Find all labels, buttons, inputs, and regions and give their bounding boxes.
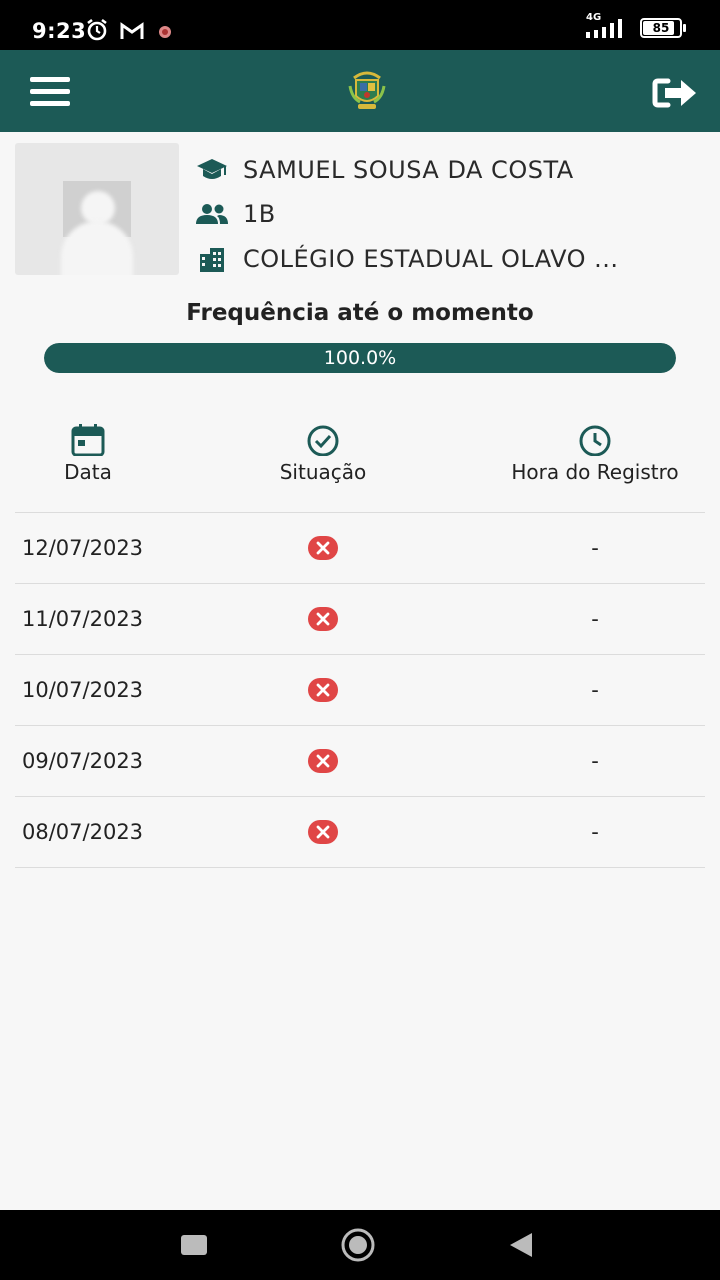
column-header-time: Hora do Registro (488, 424, 702, 484)
column-label-date: Data (64, 460, 112, 484)
absent-x-icon (308, 607, 338, 631)
group-icon (196, 204, 228, 224)
attendance-title: Frequência até o momento (186, 300, 534, 326)
status-time: 9:23 (32, 19, 87, 43)
hamburger-menu-icon (30, 77, 70, 106)
logout-icon (652, 78, 696, 108)
battery-level: 85 (652, 21, 670, 35)
student-name: SAMUEL SOUSA DA COSTA (243, 156, 574, 184)
record-date: 08/07/2023 (22, 820, 144, 844)
student-class: 1B (243, 200, 276, 228)
record-date: 09/07/2023 (22, 749, 144, 773)
battery-icon: 85 (640, 18, 686, 38)
recent-apps-button[interactable] (180, 1234, 208, 1256)
state-coat-of-arms-logo (348, 71, 386, 109)
student-school: COLÉGIO ESTADUAL OLAVO ... (243, 245, 619, 273)
back-button[interactable] (508, 1232, 534, 1258)
status-bar: 9:23 4G 85 (0, 0, 720, 50)
column-label-time: Hora do Registro (511, 460, 679, 484)
attendance-table: 12/07/2023-11/07/2023-10/07/2023-09/07/2… (15, 512, 705, 868)
record-time: - (591, 749, 599, 773)
building-icon (200, 248, 224, 272)
gmail-icon (120, 22, 144, 39)
record-time: - (591, 607, 599, 631)
student-profile: SAMUEL SOUSA DA COSTA 1B COLÉGIO ESTADUA… (15, 143, 705, 278)
table-row: 11/07/2023 - (15, 583, 705, 654)
column-header-date: Data (44, 424, 132, 484)
signal-icon: 4G (586, 12, 630, 38)
absent-x-icon (308, 678, 338, 702)
table-row: 10/07/2023 - (15, 654, 705, 725)
absent-x-icon (308, 536, 338, 560)
calendar-icon (71, 424, 105, 456)
table-row: 08/07/2023 - (15, 796, 705, 868)
absent-x-icon (308, 749, 338, 773)
system-navigation-bar (0, 1210, 720, 1280)
app-notification-icon (159, 26, 171, 38)
table-row: 09/07/2023 - (15, 725, 705, 796)
network-type: 4G (586, 12, 602, 23)
record-time: - (591, 678, 599, 702)
record-time: - (591, 820, 599, 844)
absent-x-icon (308, 820, 338, 844)
table-row: 12/07/2023 - (15, 512, 705, 583)
logout-button[interactable] (652, 76, 698, 110)
attendance-percent: 100.0% (323, 347, 397, 369)
attendance-progress-bar: 100.0% (44, 343, 676, 373)
student-name-row: SAMUEL SOUSA DA COSTA (195, 152, 574, 188)
graduation-cap-icon (197, 159, 227, 179)
clock-icon (579, 425, 611, 456)
home-button[interactable] (340, 1228, 376, 1262)
student-school-row: COLÉGIO ESTADUAL OLAVO ... (195, 241, 619, 277)
column-header-status: Situação (263, 424, 383, 484)
record-date: 12/07/2023 (22, 536, 144, 560)
menu-button[interactable] (30, 77, 72, 107)
avatar (15, 143, 179, 275)
student-class-row: 1B (195, 196, 276, 232)
column-label-status: Situação (279, 460, 367, 484)
alarm-icon (87, 18, 107, 41)
check-circle-icon (307, 425, 339, 456)
record-time: - (591, 536, 599, 560)
app-bar (0, 50, 720, 132)
record-date: 11/07/2023 (22, 607, 144, 631)
record-date: 10/07/2023 (22, 678, 144, 702)
